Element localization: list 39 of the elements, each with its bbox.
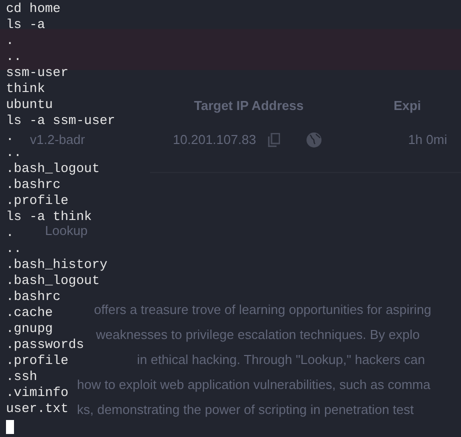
terminal-line: .bash_history <box>6 257 108 272</box>
terminal-line: .ssh <box>6 369 38 384</box>
description-text: in ethical hacking. Through "Lookup," hackers can <box>137 352 425 367</box>
description-text: how to exploit web application vulnerabilities, such as comma <box>77 377 430 392</box>
machine-name: v1.2-badr <box>30 131 85 150</box>
terminal-line: ssm-user <box>6 65 68 80</box>
terminal-line: .. <box>6 241 22 256</box>
terminal-line: .passwords <box>6 337 84 352</box>
terminal-line: ls -a <box>6 17 46 32</box>
description-text: ks, demonstrating the power of scripting in penetration test <box>77 402 414 417</box>
terminal-line: .profile <box>6 193 68 208</box>
description-text: offers a treasure trove of learning opportunities for aspiring <box>94 302 432 317</box>
terminal-line: ls -a think <box>6 209 92 224</box>
terminal-line: . <box>6 129 14 144</box>
description-text: weaknesses to privilege escalation techniques. By explo <box>96 327 420 342</box>
terminal-line: think <box>6 81 46 96</box>
terminal-line: . <box>6 33 14 48</box>
terminal-line: ls -a ssm-user <box>6 113 116 128</box>
terminal-line: .bash_logout <box>6 273 100 288</box>
terminal-line: .cache <box>6 305 53 320</box>
globe-icon[interactable] <box>306 132 322 148</box>
terminal-line: .bashrc <box>6 289 61 304</box>
terminal-line: ubuntu <box>6 97 53 112</box>
ip-address: 10.201.107.83 <box>172 131 256 150</box>
column-header: Expi <box>394 97 422 115</box>
terminal-line: .. <box>6 49 22 64</box>
copy-icon[interactable] <box>268 133 280 147</box>
terminal-line: .bashrc <box>6 177 61 192</box>
terminal-line: user.txt <box>6 401 68 416</box>
column-header: Target IP Address <box>194 97 304 115</box>
terminal-line: .bash_logout <box>6 161 100 176</box>
terminal-line: .profile <box>6 353 68 368</box>
terminal-line: cd home <box>6 1 61 16</box>
terminal-line: . <box>6 225 14 240</box>
terminal-line: .. <box>6 145 22 160</box>
terminal-line: .gnupg <box>6 321 53 336</box>
section-title: Lookup <box>45 222 89 240</box>
expiry-time: 1h 0mi <box>408 131 448 150</box>
terminal-line: .viminfo <box>6 385 68 400</box>
